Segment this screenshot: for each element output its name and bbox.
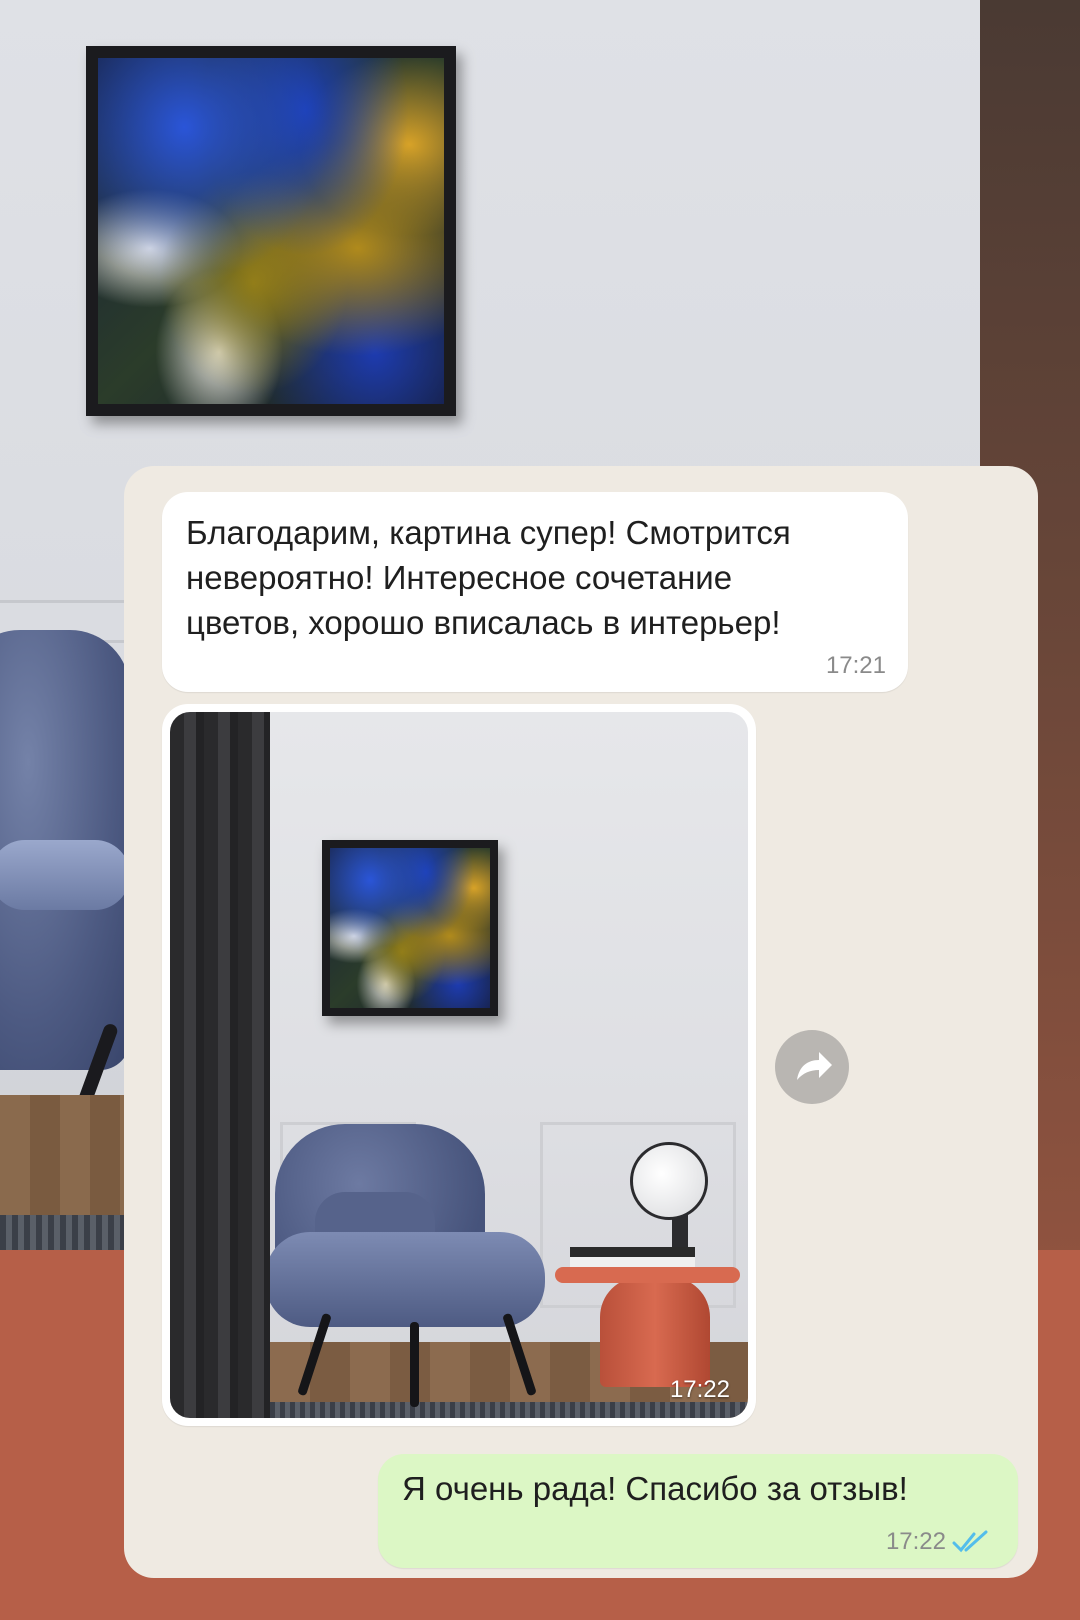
photo-armchair-leg bbox=[410, 1322, 419, 1407]
photo-lamp bbox=[630, 1142, 708, 1220]
photo-painting bbox=[322, 840, 498, 1016]
background-floor bbox=[0, 1095, 130, 1220]
incoming-message-text: Благодарим, картина супер! Смотрится нев… bbox=[186, 514, 791, 641]
photo-painting-canvas bbox=[330, 848, 490, 1008]
interior-photo[interactable]: 17:22 bbox=[170, 712, 748, 1418]
image-message-time: 17:22 bbox=[669, 1376, 730, 1403]
incoming-message-bubble[interactable]: Благодарим, картина супер! Смотрится нев… bbox=[162, 492, 908, 692]
background-rug bbox=[0, 1215, 130, 1250]
photo-side-table-top bbox=[555, 1267, 740, 1283]
painting-canvas bbox=[98, 58, 444, 404]
image-message-bubble[interactable]: 17:22 bbox=[162, 704, 756, 1426]
forward-arrow-icon bbox=[797, 1052, 832, 1080]
photo-side-table bbox=[600, 1277, 710, 1387]
double-check-icon bbox=[952, 1530, 988, 1553]
wall-molding bbox=[0, 600, 130, 603]
incoming-message-time: 17:21 bbox=[825, 652, 886, 679]
background-painting bbox=[86, 46, 456, 416]
photo-armchair-seat bbox=[265, 1232, 545, 1327]
outgoing-message-text: Я очень рада! Спасибо за отзыв! bbox=[402, 1470, 908, 1507]
photo-curtain bbox=[170, 712, 270, 1418]
photo-rug bbox=[270, 1402, 748, 1418]
background-armchair-arm bbox=[0, 840, 130, 910]
outgoing-message-bubble[interactable]: Я очень рада! Спасибо за отзыв! 17:22 bbox=[378, 1454, 1018, 1568]
photo-books bbox=[570, 1247, 695, 1267]
forward-button[interactable] bbox=[775, 1030, 849, 1104]
outgoing-message-time: 17:22 bbox=[885, 1528, 946, 1555]
